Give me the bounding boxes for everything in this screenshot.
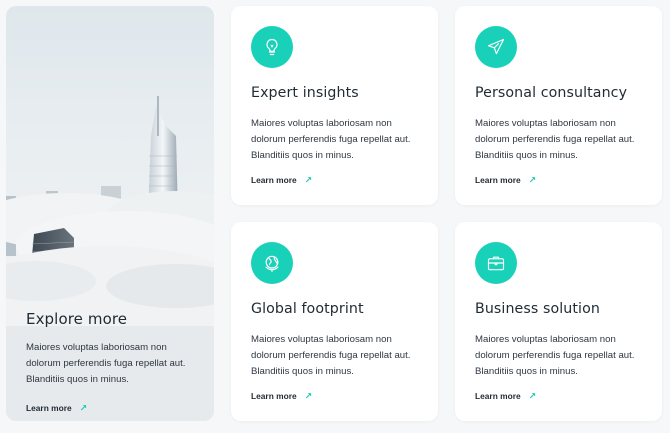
paper-plane-icon	[475, 26, 517, 68]
service-card-expert-insights: Expert insights Maiores voluptas laborio…	[231, 6, 438, 205]
service-card-business-solution: Business solution Maiores voluptas labor…	[455, 222, 662, 421]
learn-more-label: Learn more	[475, 391, 521, 401]
learn-more-label: Learn more	[251, 391, 297, 401]
learn-more-label: Learn more	[251, 175, 297, 185]
service-card-global-footprint: Global footprint Maiores voluptas labori…	[231, 222, 438, 421]
learn-more-link[interactable]: Learn more ↗	[475, 175, 536, 185]
arrow-up-right-icon: ↗	[304, 174, 313, 185]
arrow-up-right-icon: ↗	[304, 390, 313, 401]
hero-description: Maiores voluptas laboriosam non dolorum …	[26, 342, 186, 385]
learn-more-label: Learn more	[475, 175, 521, 185]
briefcase-icon	[475, 242, 517, 284]
arrow-up-right-icon: ↗	[79, 402, 88, 413]
card-description: Maiores voluptas laboriosam non dolorum …	[475, 334, 635, 377]
hero-learn-more-link[interactable]: Learn more ↗	[26, 403, 87, 413]
arrow-up-right-icon: ↗	[528, 390, 537, 401]
learn-more-link[interactable]: Learn more ↗	[251, 175, 312, 185]
card-description: Maiores voluptas laboriosam non dolorum …	[251, 334, 411, 377]
card-description: Maiores voluptas laboriosam non dolorum …	[475, 118, 635, 161]
hero-title: Explore more	[26, 310, 128, 328]
card-title: Expert insights	[251, 85, 359, 101]
globe-icon	[251, 242, 293, 284]
card-title: Business solution	[475, 301, 600, 317]
card-title: Global footprint	[251, 301, 364, 317]
learn-more-link[interactable]: Learn more ↗	[251, 391, 312, 401]
card-title: Personal consultancy	[475, 85, 628, 101]
learn-more-link[interactable]: Learn more ↗	[475, 391, 536, 401]
lightbulb-icon	[251, 26, 293, 68]
card-description: Maiores voluptas laboriosam non dolorum …	[251, 118, 411, 161]
service-card-personal-consultancy: Personal consultancy Maiores voluptas la…	[455, 6, 662, 205]
explore-more-card: Explore more Maiores voluptas laboriosam…	[6, 6, 214, 421]
arrow-up-right-icon: ↗	[528, 174, 537, 185]
learn-more-label: Learn more	[26, 403, 72, 414]
